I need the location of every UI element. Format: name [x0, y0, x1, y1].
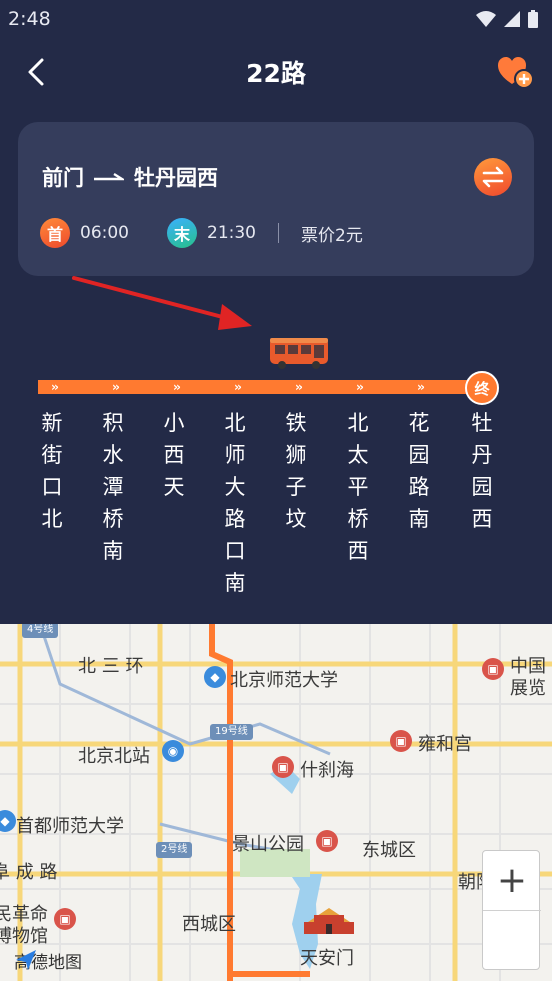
map-label: 雍和宫 [418, 734, 472, 755]
battery-icon [528, 10, 538, 28]
divider [278, 223, 279, 243]
amap-logo: 高德地图 [14, 948, 82, 973]
map-zoom-control: + [482, 850, 541, 970]
station-item[interactable]: 牡丹园西 [467, 407, 497, 535]
map-label: 北 三 环 [78, 656, 144, 677]
map-label: 景山公园 [232, 834, 304, 855]
signal-icon [504, 11, 520, 27]
park-icon: ▣ [316, 830, 338, 852]
map-label: 博物馆 [0, 926, 48, 947]
status-time: 2:48 [8, 8, 51, 30]
destination-stop: 牡丹园西 [134, 166, 218, 190]
route-schedule: 首 06:00 末 21:30 票价2元 [40, 218, 363, 248]
wifi-icon [476, 11, 496, 27]
map-label: 19号线 [210, 724, 253, 740]
station-item[interactable]: 积水潭桥南 [98, 407, 128, 567]
first-bus-badge: 首 [40, 218, 70, 248]
station-item[interactable]: 新街口北 [37, 407, 67, 535]
annotation-arrow-icon [72, 276, 252, 330]
bus-icon[interactable] [268, 336, 330, 370]
swap-icon [482, 166, 504, 188]
map-label: 东城区 [362, 840, 416, 861]
route-map[interactable]: 4号线 北 三 环 ◆ 北京师范大学 ▣ 中国 展览 19号线 ▣ 雍和宫 北京… [0, 624, 552, 981]
nav-bar: 22路 [0, 40, 552, 104]
first-bus-time: 06:00 [80, 223, 129, 243]
last-bus-time: 21:30 [207, 223, 256, 243]
zoom-in-button[interactable]: + [483, 851, 541, 911]
station-item[interactable]: 小西天 [159, 407, 189, 503]
terminal-badge: 终 [465, 371, 499, 405]
map-label: 西城区 [182, 914, 236, 935]
map-label: 北京北站 [78, 746, 150, 767]
chevron-icon: ›› [356, 380, 364, 394]
train-station-icon: ◉ [162, 740, 184, 762]
chevron-icon: ›› [234, 380, 242, 394]
museum-icon: ▣ [482, 658, 504, 680]
map-label: 首都师范大学 [16, 816, 124, 837]
temple-icon: ▣ [390, 730, 412, 752]
map-label: 2号线 [156, 842, 193, 858]
status-icons [476, 10, 538, 28]
station-item[interactable]: 铁狮子坟 [281, 407, 311, 535]
route-info-card: 前门 牡丹园西 首 06:00 末 21:30 票价2元 [18, 122, 534, 276]
map-label: 4号线 [22, 624, 59, 638]
heart-add-icon [498, 57, 534, 89]
map-label: 阜 成 路 [0, 862, 58, 883]
chevron-icon: ›› [295, 380, 303, 394]
map-label: 什刹海 [300, 760, 354, 781]
chevron-icon: ›› [51, 380, 59, 394]
origin-stop: 前门 [42, 166, 84, 190]
station-item[interactable]: 北太平桥西 [343, 407, 373, 567]
chevron-icon: ›› [112, 380, 120, 394]
fare-label: 票价2元 [301, 225, 363, 246]
status-bar: 2:48 [0, 0, 552, 38]
direction-arrow-icon [94, 172, 124, 181]
museum-icon: ▣ [54, 908, 76, 930]
university-icon: ◆ [204, 666, 226, 688]
last-bus-badge: 末 [167, 218, 197, 248]
chevron-icon: ›› [173, 380, 181, 394]
favorite-button[interactable] [496, 54, 534, 90]
amap-logo-icon [16, 950, 36, 970]
route-direction: 前门 牡丹园西 [42, 162, 218, 192]
map-label: 展览 [510, 678, 546, 699]
map-label: 北京师范大学 [230, 670, 338, 691]
map-label: 天安门 [300, 948, 354, 969]
chevron-icon: ›› [417, 380, 425, 394]
swap-direction-button[interactable] [474, 158, 512, 196]
station-item[interactable]: 北师大路口南 [220, 407, 250, 599]
page-title: 22路 [246, 59, 306, 88]
station-item[interactable]: 花园路南 [404, 407, 434, 535]
attraction-icon: ▣ [272, 756, 294, 778]
tiananmen-icon [304, 908, 354, 934]
